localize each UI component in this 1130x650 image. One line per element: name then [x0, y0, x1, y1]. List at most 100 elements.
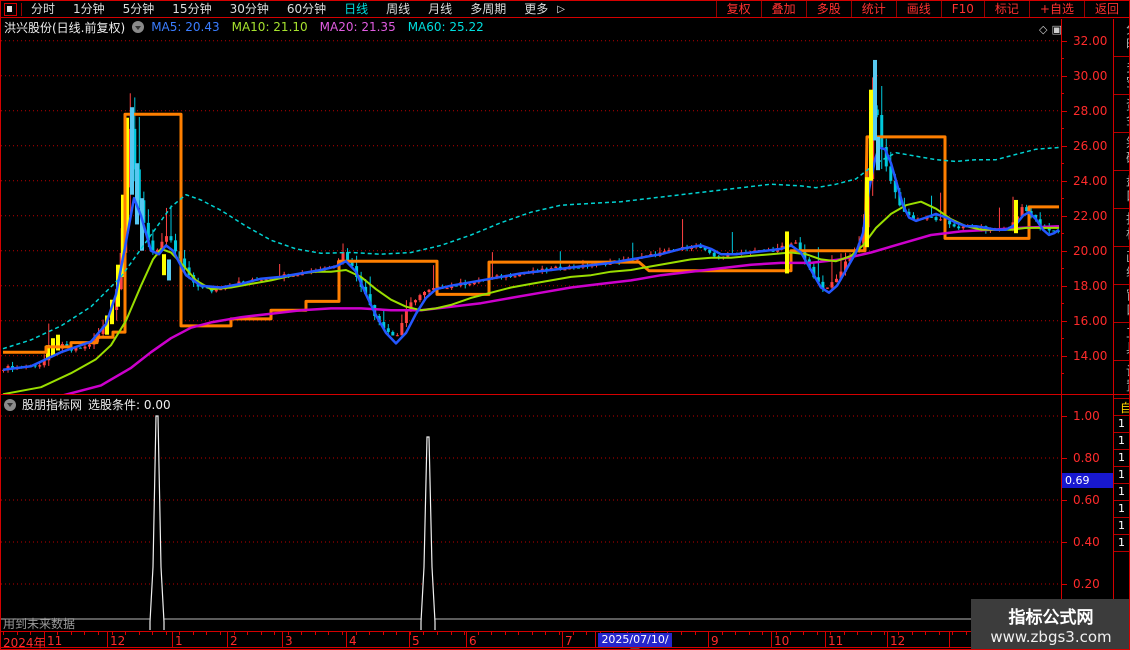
panel-separator [1, 394, 1129, 395]
timeline-minor-tick [857, 632, 859, 635]
toolbar-button-多股[interactable]: 多股 [805, 1, 851, 17]
axis-minor-tick [1061, 373, 1064, 375]
timeline-month-tick [949, 632, 950, 647]
period-tab-多周期[interactable]: 多周期 [461, 1, 515, 17]
right-strip-tab-多空[interactable]: 多空 [1114, 57, 1129, 95]
chevron-down-icon[interactable] [4, 398, 16, 411]
top-toolbar: 分时 1分钟 5分钟 15分钟 30分钟 60分钟 日线 周线 月线 多周期 更多 ▷ 复权 叠加 多股… [1, 1, 1129, 18]
period-tab-周线[interactable]: 周线 [377, 1, 419, 17]
timeline-minor-tick [870, 632, 872, 635]
timeline-minor-tick [559, 632, 560, 635]
timeline-minor-tick [477, 632, 479, 635]
timeline-label: 2024年 [3, 636, 46, 650]
window-icon[interactable] [4, 2, 17, 16]
indicator-value: 选股条件: 0.00 [88, 398, 171, 412]
timeline-minor-tick [925, 632, 927, 635]
right-strip-tab-label: 画线 [1123, 250, 1130, 280]
right-strip-tab-设置[interactable]: 设置 [1114, 361, 1129, 399]
timeline-minor-tick [938, 632, 940, 635]
timeline-minor-tick [274, 632, 276, 635]
axis-tick [1061, 416, 1067, 417]
axis-minor-tick [1061, 268, 1064, 270]
timeline-minor-tick [952, 632, 954, 635]
timeline-label: 10 [774, 634, 790, 648]
timeline-minor-tick [301, 632, 303, 635]
timeline-month-tick [282, 632, 283, 647]
toolbar-button-叠加[interactable]: 叠加 [760, 1, 806, 17]
axis-minor-tick [1061, 198, 1064, 200]
axis-minor-tick [1061, 58, 1064, 60]
indicator-value-marker: 0.69 [1062, 473, 1113, 488]
period-tab-30分钟[interactable]: 30分钟 [221, 1, 278, 17]
right-strip-tab-指标[interactable]: 指标 [1114, 209, 1130, 247]
pane-corner-icons[interactable]: ◇ ▣ [1039, 23, 1062, 36]
ma-value-label: MA20: 21.35 [319, 20, 396, 34]
right-strip-tab-画线[interactable]: 画线 [1114, 247, 1130, 285]
axis-minor-tick [1061, 233, 1064, 235]
period-tab-5分钟[interactable]: 5分钟 [114, 1, 164, 17]
future-data-warning: 用到未来数据 [3, 617, 76, 631]
toolbar-button-复权[interactable]: 复权 [715, 1, 761, 17]
timeline-minor-tick [464, 632, 465, 635]
right-strip-tab-label: 资金 [1123, 98, 1130, 128]
timeline-label: 7 [565, 634, 573, 648]
right-strip-tab-分时[interactable]: 分时 [1114, 19, 1130, 57]
axis-tick [1061, 458, 1067, 459]
period-tab-日线[interactable]: 日线 [335, 1, 377, 17]
period-tab-分时[interactable]: 分时 [22, 1, 64, 17]
window-split-icon[interactable]: ▣ [1051, 23, 1061, 36]
timeline-minor-tick [572, 632, 574, 635]
toolbar-button-返回[interactable]: 返回 [1083, 1, 1129, 17]
timeline-minor-tick [97, 632, 99, 635]
timeline-minor-tick [70, 632, 72, 635]
right-strip-tab-筹码[interactable]: 筹码 [1114, 133, 1129, 171]
indicator-canvas[interactable] [1, 412, 1061, 632]
tdx-trading-window: { "toolbar": { "periods": ["分时","1分钟","5… [0, 0, 1130, 650]
right-edge-strip[interactable]: 分时多空资金筹码盘口指标画线窗口工具设置自11111111 [1113, 19, 1130, 631]
more-arrow-icon[interactable]: ▷ [557, 4, 565, 15]
right-strip-badge[interactable]: 自 [1114, 399, 1129, 416]
period-tab-更多[interactable]: 更多 [515, 1, 557, 17]
timeline-minor-tick [789, 632, 791, 635]
timeline-label: 3 [285, 634, 293, 648]
right-strip-tab-label: 分时 [1123, 22, 1130, 52]
timeline-minor-tick [396, 632, 398, 635]
axis-tick [1061, 250, 1067, 252]
timeline-minor-tick [138, 632, 140, 635]
timeline-label: 4 [349, 634, 357, 648]
right-strip-tab-工具[interactable]: 工具 [1114, 323, 1129, 361]
right-strip-value: 1 [1114, 484, 1129, 501]
timeline-month-tick [595, 632, 596, 647]
toolbar-button-统计[interactable]: 统计 [850, 1, 896, 17]
axis-minor-tick [1061, 93, 1064, 95]
toolbar-button-标记[interactable]: 标记 [983, 1, 1029, 17]
ma-value-label: MA5: 20.43 [151, 20, 220, 34]
timeline-label: 11 [47, 634, 63, 648]
timeline-minor-tick [152, 632, 154, 635]
timeline-minor-tick [735, 632, 737, 635]
axis-tick [1061, 285, 1067, 287]
period-tab-月线[interactable]: 月线 [419, 1, 461, 17]
toolbar-button-F10[interactable]: F10 [940, 1, 984, 17]
timeline-axis[interactable]: 2024年1112123456791011122025/07/10/四 [1, 631, 1129, 650]
toolbar-button-+自选[interactable]: +自选 [1028, 1, 1084, 17]
timeline-month-tick [887, 632, 888, 647]
main-chart-canvas[interactable] [1, 19, 1061, 394]
timeline-minor-tick [816, 632, 818, 635]
chevron-down-icon[interactable] [132, 21, 145, 33]
right-strip-tab-资金[interactable]: 资金 [1114, 95, 1130, 133]
period-tab-60分钟[interactable]: 60分钟 [278, 1, 335, 17]
axis-minor-tick [1061, 338, 1064, 340]
diamond-icon[interactable]: ◇ [1039, 23, 1047, 36]
right-strip-tab-窗口[interactable]: 窗口 [1114, 285, 1129, 323]
axis-tick [1061, 500, 1067, 501]
right-strip-tab-label: 指标 [1123, 212, 1130, 242]
timeline-minor-tick [884, 632, 886, 635]
indicator-title: 股朋指标网 [22, 398, 83, 412]
right-strip-tab-盘口[interactable]: 盘口 [1114, 171, 1129, 209]
period-tab-1分钟[interactable]: 1分钟 [64, 1, 114, 17]
period-tab-15分钟[interactable]: 15分钟 [163, 1, 220, 17]
timeline-label: 12 [890, 634, 906, 648]
toolbar-button-画线[interactable]: 画线 [895, 1, 941, 17]
right-strip-value: 1 [1114, 535, 1129, 552]
